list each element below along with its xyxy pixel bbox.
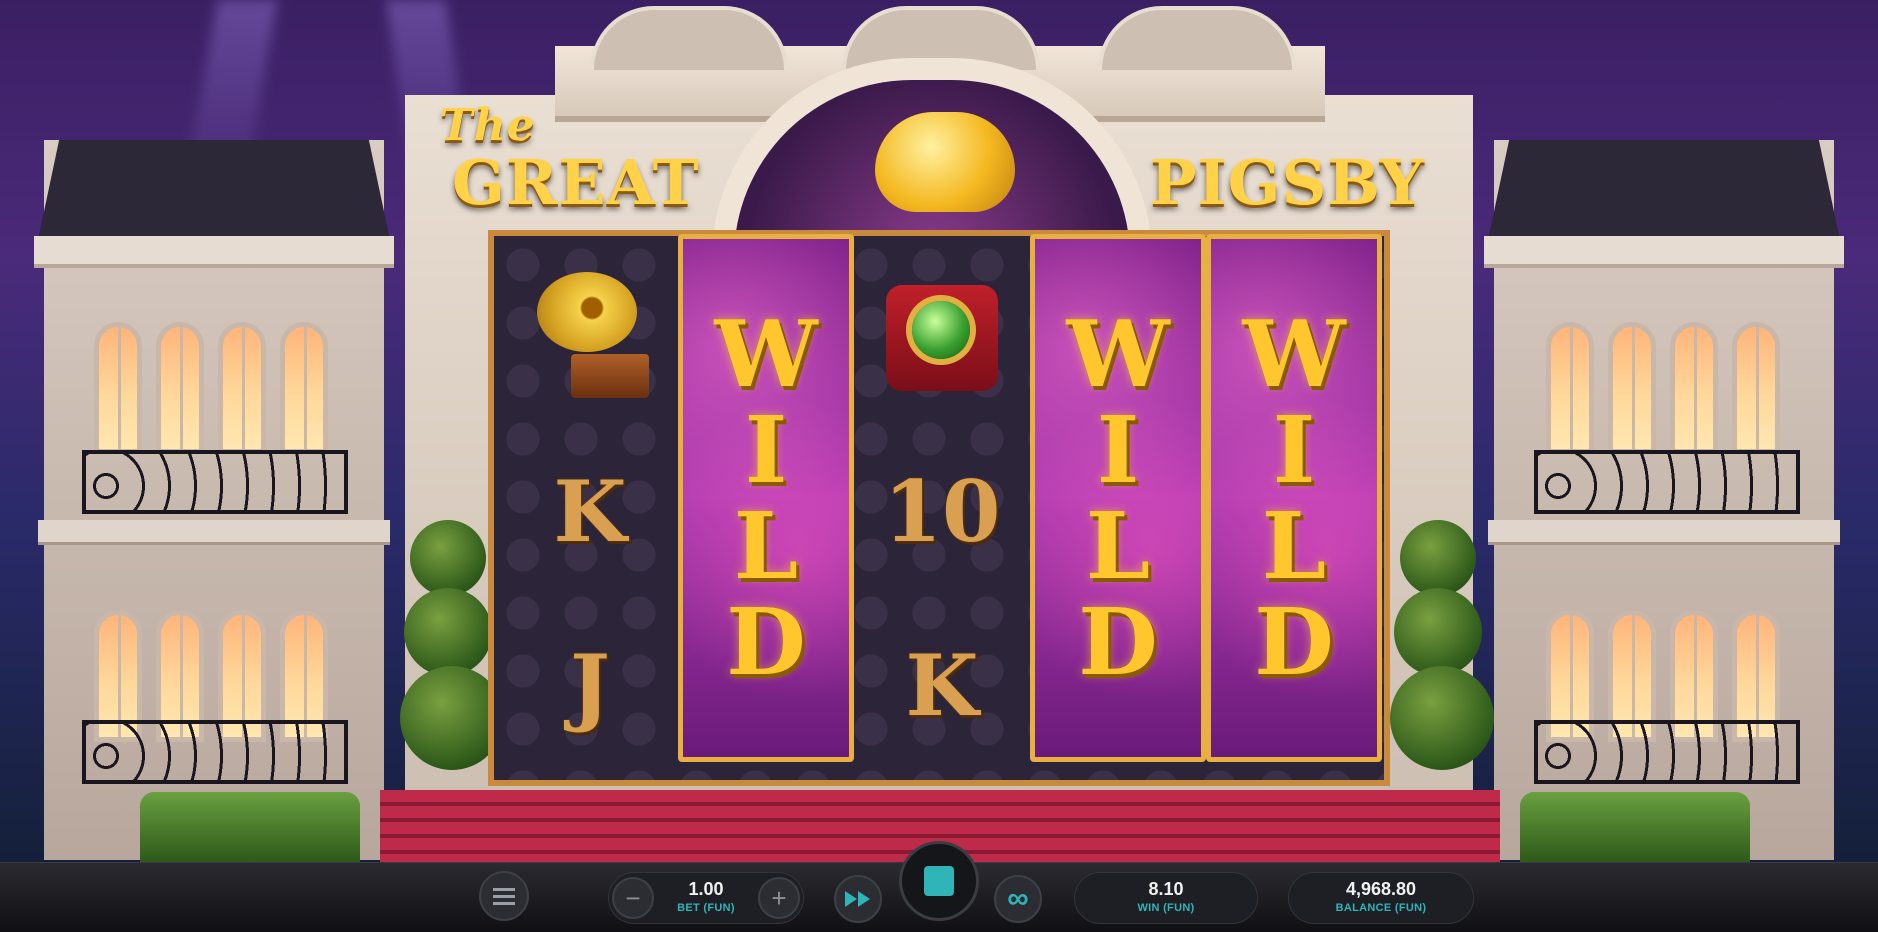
win-label: WIN (FUN) <box>1137 902 1195 914</box>
bet-decrease-button[interactable]: − <box>612 877 654 919</box>
spin-stop-button[interactable] <box>899 841 979 921</box>
balcony-railing <box>1534 450 1800 514</box>
game-logo-pigsby: PIGSBY <box>1150 146 1425 219</box>
win-display: 8.10 WIN (FUN) <box>1074 872 1258 924</box>
balcony-railing <box>82 450 348 514</box>
win-value: 8.10 <box>1148 879 1184 899</box>
plus-icon: + <box>771 882 787 913</box>
game-scene: The GREAT PIGSBY K J W I L D 10 K W I L … <box>0 0 1878 862</box>
topiary-tree <box>400 520 504 770</box>
hedge <box>1520 792 1750 862</box>
wild-reel: W I L D <box>1030 234 1206 762</box>
fast-forward-icon <box>845 891 870 907</box>
wild-reel: W I L D <box>1206 234 1382 762</box>
menu-button[interactable] <box>479 871 529 921</box>
menu-icon <box>493 888 515 905</box>
right-mansion-wing <box>1484 140 1844 860</box>
card-symbol: J <box>570 635 610 735</box>
card-symbol: K <box>553 461 627 561</box>
balance-label: BALANCE (FUN) <box>1335 902 1427 914</box>
game-logo-the: The <box>440 100 536 151</box>
gramophone-icon <box>531 272 649 402</box>
window <box>1670 322 1718 454</box>
balcony-railing <box>1534 720 1800 784</box>
bet-increase-button[interactable]: + <box>758 877 800 919</box>
window <box>156 322 204 454</box>
balance-display: 4,968.80 BALANCE (FUN) <box>1288 872 1474 924</box>
turbo-button[interactable] <box>834 875 882 923</box>
window <box>280 322 328 454</box>
minus-icon: − <box>625 882 641 913</box>
golden-piggy-bank-icon <box>875 112 1015 212</box>
game-logo-great: GREAT <box>452 146 700 219</box>
balance-value: 4,968.80 <box>1345 879 1417 899</box>
wild-reel: W I L D <box>678 234 854 762</box>
ring-box-symbol <box>854 250 1030 424</box>
roof-dome <box>590 6 788 70</box>
autoplay-button[interactable]: ∞ <box>994 875 1042 923</box>
infinity-icon: ∞ <box>1007 882 1029 915</box>
balcony-railing <box>82 720 348 784</box>
window <box>1608 322 1656 454</box>
hedge <box>140 792 360 862</box>
reel-3: 10 K <box>854 250 1030 774</box>
topiary-tree <box>1390 520 1494 770</box>
left-mansion-wing <box>34 140 394 860</box>
window <box>218 322 266 454</box>
card-symbol: 10 <box>883 461 1001 561</box>
stop-icon <box>924 866 954 896</box>
reel-grid: K J W I L D 10 K W I L D W I L D <box>488 230 1390 786</box>
window <box>1546 322 1594 454</box>
window <box>94 322 142 454</box>
emerald-ring-box-icon <box>880 275 1004 399</box>
window <box>1732 322 1780 454</box>
gramophone-symbol <box>502 250 678 424</box>
control-bar: 1.00 BET (FUN) − + ∞ 8.10 WIN (FUN) 4,96… <box>0 841 1878 932</box>
card-symbol: K <box>905 635 979 735</box>
roof-dome <box>1098 6 1296 70</box>
reel-1: K J <box>502 250 678 774</box>
